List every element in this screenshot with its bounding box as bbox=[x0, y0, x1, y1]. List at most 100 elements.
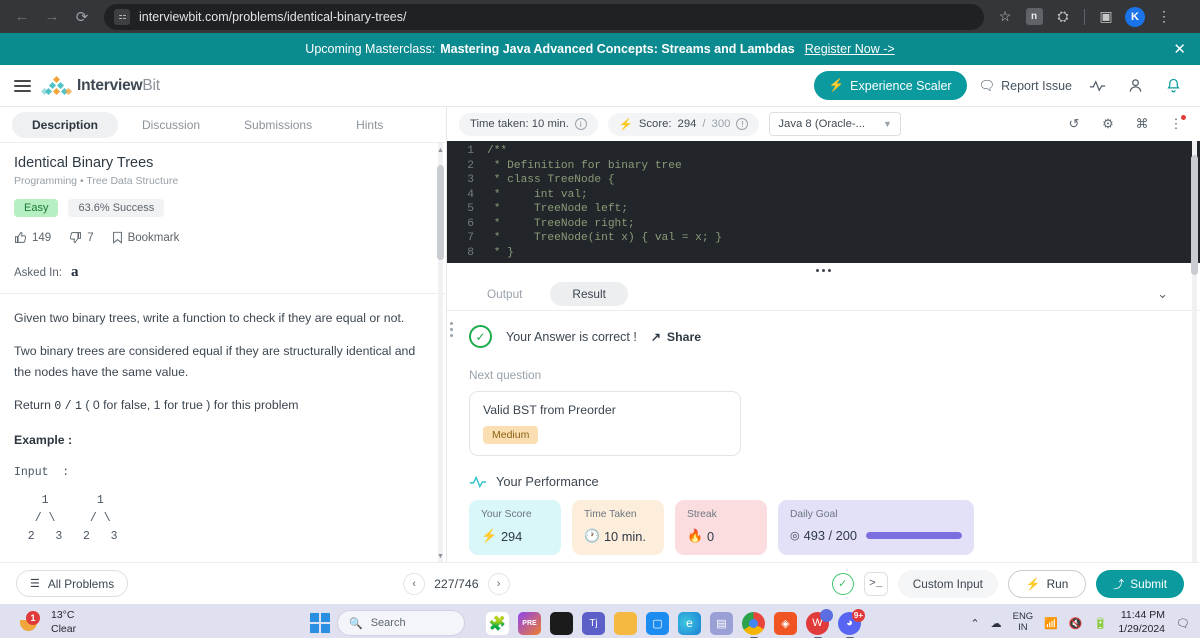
problem-scrollbar[interactable]: ▲ ▼ bbox=[436, 143, 444, 562]
site-settings-icon[interactable]: ⚏ bbox=[114, 8, 130, 25]
promo-title: Mastering Java Advanced Concepts: Stream… bbox=[440, 42, 795, 56]
next-problem-button[interactable]: › bbox=[487, 572, 510, 595]
info-circle-icon[interactable]: i bbox=[574, 118, 587, 130]
target-icon: ◎ bbox=[790, 530, 800, 542]
report-issue-button[interactable]: 🗨 Report Issue bbox=[979, 78, 1072, 94]
side-panel-icon[interactable]: ▣ bbox=[1093, 4, 1119, 30]
windows-start-icon[interactable] bbox=[310, 613, 330, 633]
submit-button[interactable]: ⤴ Submit bbox=[1096, 569, 1184, 598]
extensions-puzzle-icon[interactable]: ⛭ bbox=[1050, 4, 1076, 30]
result-content: ✓ Your Answer is correct ! ↗ Share Next … bbox=[447, 311, 1200, 562]
notification-bell-icon[interactable] bbox=[1160, 73, 1186, 99]
three-dots-vertical-icon[interactable]: ⋮ bbox=[1151, 4, 1177, 30]
brave-browser-icon[interactable]: ◈ bbox=[774, 611, 797, 635]
extensions-app-icon[interactable]: 🧩 bbox=[486, 611, 509, 635]
scrollbar-thumb[interactable] bbox=[1191, 155, 1198, 275]
bookmark-button[interactable]: Bookmark bbox=[112, 231, 179, 244]
tab-discussion[interactable]: Discussion bbox=[122, 112, 220, 138]
language-selector[interactable]: Java 8 (Oracle-... ▼ bbox=[769, 112, 901, 136]
experience-scaler-button[interactable]: ⚡ Experience Scaler bbox=[813, 71, 967, 100]
weather-widget[interactable]: 1 13°C Clear bbox=[8, 609, 76, 636]
forward-arrow-icon[interactable]: → bbox=[38, 3, 66, 31]
example-heading: Example : bbox=[14, 432, 73, 447]
search-placeholder: Search bbox=[370, 617, 406, 629]
activity-pulse-icon[interactable] bbox=[1084, 73, 1110, 99]
score-chip: ⚡ Score: 294 / 300 ! bbox=[607, 112, 760, 136]
code-line: 1 /** bbox=[447, 144, 1200, 159]
battery-icon[interactable]: 🔋 bbox=[1094, 617, 1108, 630]
zoom-app-icon[interactable]: ▢ bbox=[646, 611, 669, 635]
brand-logo[interactable]: InterviewBit bbox=[40, 75, 160, 95]
file-explorer-icon[interactable] bbox=[614, 611, 637, 635]
toolbar-divider bbox=[1084, 8, 1085, 25]
tab-submissions[interactable]: Submissions bbox=[224, 112, 332, 138]
answer-status-row: ✓ Your Answer is correct ! ↗ Share bbox=[469, 325, 1182, 348]
chevron-up-icon[interactable]: ⌃ bbox=[970, 617, 979, 630]
terminal-app-icon[interactable] bbox=[550, 611, 573, 635]
address-bar[interactable]: ⚏ interviewbit.com/problems/identical-bi… bbox=[104, 3, 984, 30]
code-line: 2 * Definition for binary tree bbox=[447, 159, 1200, 174]
check-circle-outline-icon[interactable]: ✓ bbox=[831, 572, 854, 595]
description-paragraph-2: Two binary trees are considered equal if… bbox=[14, 344, 416, 379]
info-circle-icon[interactable]: ! bbox=[736, 118, 749, 130]
tab-output[interactable]: Output bbox=[465, 282, 544, 306]
speaker-muted-icon[interactable]: 🔇 bbox=[1069, 617, 1083, 630]
user-account-icon[interactable] bbox=[1122, 73, 1148, 99]
search-input[interactable]: 🔍 Search bbox=[337, 610, 465, 636]
share-icon: ↗ bbox=[650, 329, 661, 344]
extension-n-icon[interactable]: n bbox=[1021, 4, 1047, 30]
code-line: 7 * TreeNode(int x) { val = x; } bbox=[447, 231, 1200, 246]
problem-panel: Description Discussion Submissions Hints… bbox=[0, 107, 447, 562]
gear-icon[interactable]: ⚙ bbox=[1096, 112, 1120, 136]
language-indicator[interactable]: ENG IN bbox=[1013, 611, 1034, 634]
tab-description[interactable]: Description bbox=[12, 111, 119, 138]
all-problems-button[interactable]: ☰ All Problems bbox=[16, 570, 129, 597]
tab-result[interactable]: Result bbox=[550, 281, 628, 306]
share-button[interactable]: ↗ Share bbox=[651, 330, 701, 344]
check-circle-icon: ✓ bbox=[469, 325, 492, 348]
scrollbar-thumb[interactable] bbox=[437, 165, 444, 260]
reload-icon[interactable]: ⟳ bbox=[68, 3, 96, 31]
taskbar-clock[interactable]: 11:44 PM 1/29/2024 bbox=[1118, 609, 1165, 636]
run-button[interactable]: ⚡ Run bbox=[1007, 569, 1087, 598]
custom-input-button[interactable]: Custom Input bbox=[897, 569, 998, 598]
hamburger-menu-icon[interactable] bbox=[14, 79, 31, 92]
tab-hints[interactable]: Hints bbox=[336, 112, 403, 138]
dislike-button[interactable]: 7 bbox=[69, 231, 94, 244]
problem-category: Programming • Tree Data Structure bbox=[14, 175, 179, 187]
panel-resize-handle[interactable] bbox=[447, 263, 1200, 277]
clock-date: 1/29/2024 bbox=[1118, 623, 1166, 635]
next-question-card[interactable]: Valid BST from Preorder Medium bbox=[469, 391, 741, 456]
copilot-pre-app-icon[interactable]: PRE bbox=[518, 611, 541, 635]
chevron-down-icon[interactable]: ⌄ bbox=[1157, 286, 1168, 302]
notification-center-icon[interactable]: 🗨 bbox=[1176, 617, 1190, 630]
code-editor[interactable]: 1 /** 2 * Definition for binary tree 3 * … bbox=[447, 141, 1200, 263]
description-return-line: Return 0 / 1 ( 0 for false, 1 for true )… bbox=[14, 397, 299, 413]
like-button[interactable]: 149 bbox=[14, 231, 51, 244]
terminal-icon[interactable]: >_ bbox=[863, 571, 888, 596]
star-icon[interactable]: ☆ bbox=[992, 4, 1018, 30]
discord-app-icon[interactable]: ◕ 9+ bbox=[838, 608, 865, 638]
chrome-browser-icon[interactable] bbox=[742, 611, 765, 638]
profile-avatar[interactable]: K bbox=[1122, 4, 1148, 30]
cloud-icon[interactable]: ☁ bbox=[991, 617, 1002, 630]
back-arrow-icon[interactable]: ← bbox=[8, 3, 36, 31]
scroll-up-arrow-icon[interactable]: ▲ bbox=[436, 147, 445, 154]
panel-split-handle[interactable] bbox=[450, 322, 453, 337]
three-dots-vertical-icon[interactable]: ⋮ bbox=[1164, 112, 1188, 136]
scroll-down-arrow-icon[interactable]: ▼ bbox=[436, 553, 445, 560]
weather-temperature: 13°C bbox=[51, 609, 75, 622]
microsoft-store-icon[interactable]: ▤ bbox=[710, 611, 733, 635]
result-scrollbar[interactable] bbox=[1190, 141, 1199, 562]
code-line: 4 * int val; bbox=[447, 188, 1200, 203]
promo-register-link[interactable]: Register Now -> bbox=[805, 42, 895, 56]
teams-app-icon[interactable]: Tj bbox=[582, 611, 605, 635]
command-key-icon[interactable]: ⌘ bbox=[1130, 112, 1154, 136]
wifi-icon[interactable]: 📶 bbox=[1044, 617, 1058, 630]
prev-problem-button[interactable]: ‹ bbox=[403, 572, 426, 595]
undo-icon[interactable]: ↺ bbox=[1062, 112, 1086, 136]
close-icon[interactable]: ✕ bbox=[1173, 40, 1186, 58]
wps-office-icon[interactable]: W bbox=[806, 608, 833, 638]
thumbs-down-icon bbox=[70, 232, 82, 243]
edge-browser-icon[interactable]: e bbox=[678, 611, 701, 635]
